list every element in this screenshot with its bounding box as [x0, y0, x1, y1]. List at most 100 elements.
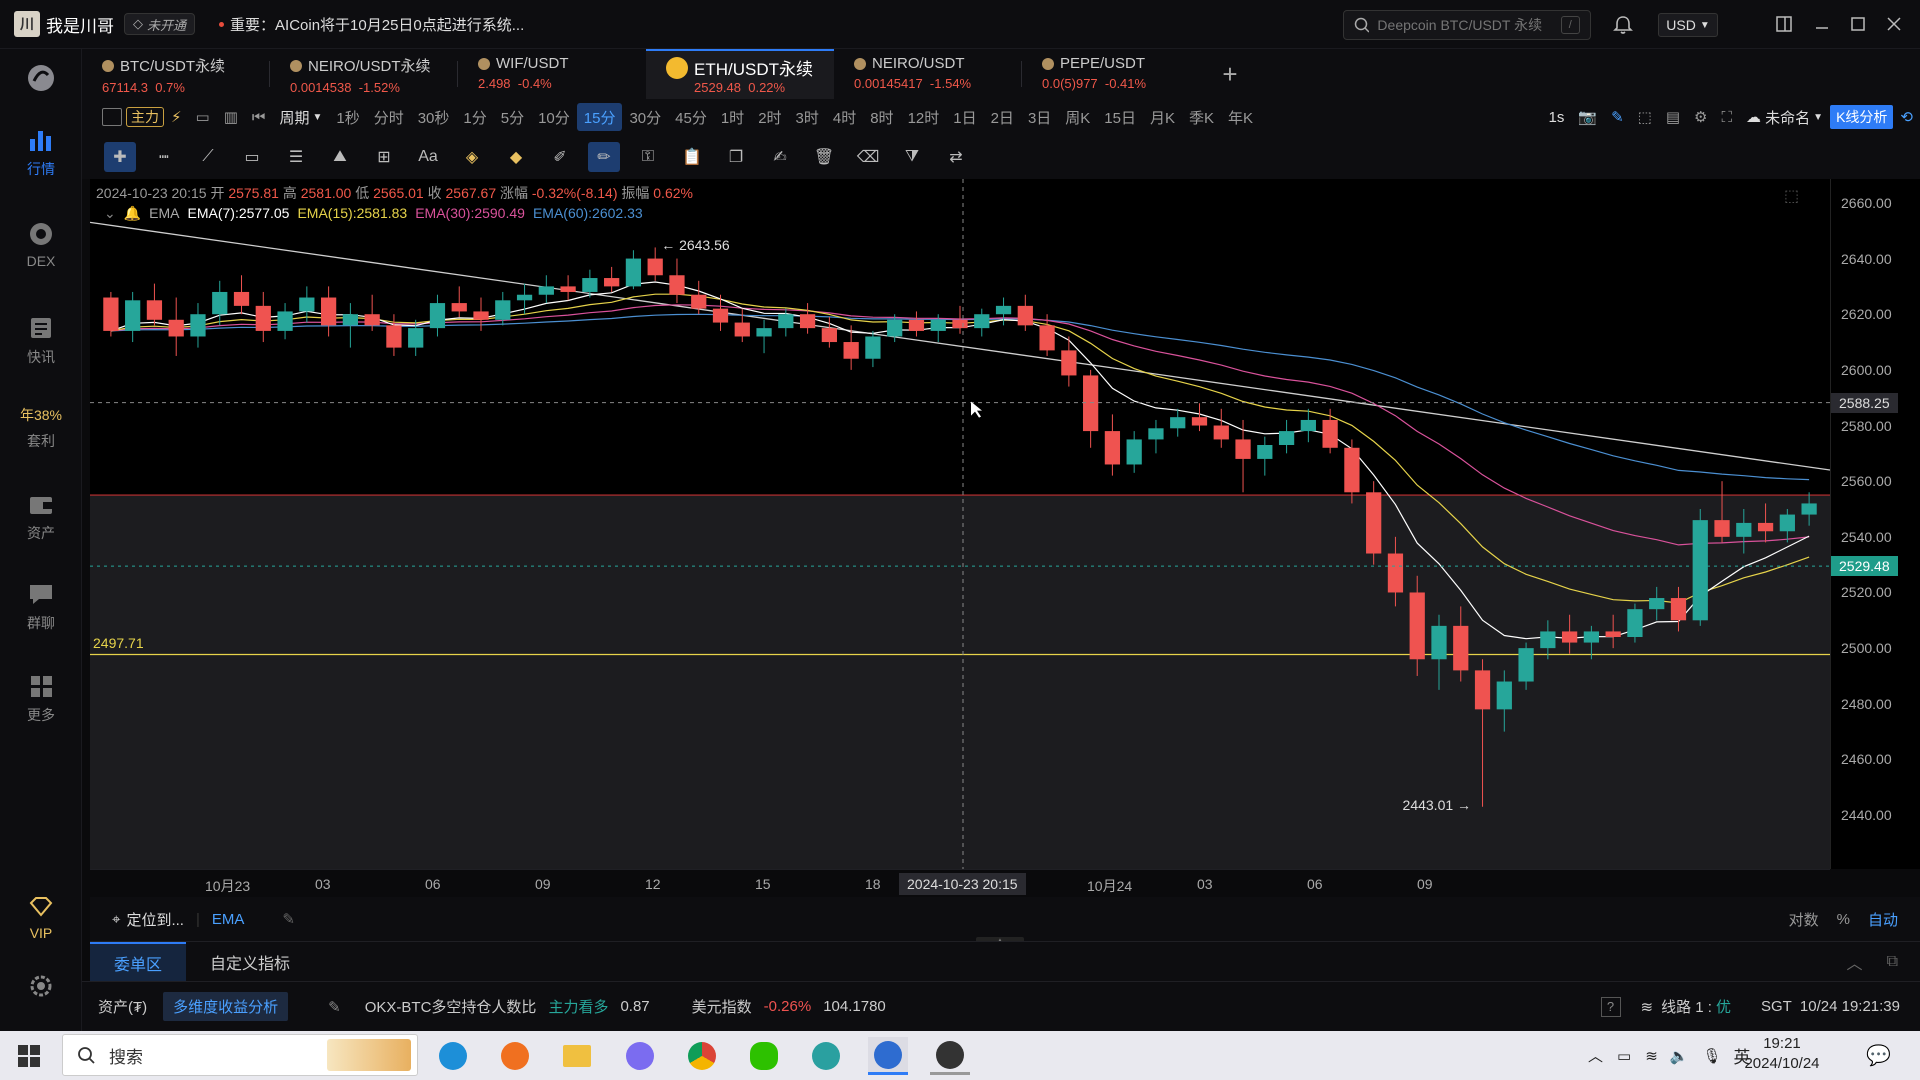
share-icon[interactable]: ⟲	[1893, 103, 1920, 131]
tab-eth-usdt-perp[interactable]: ETH/USDT永续 2529.48 0.22%	[646, 49, 834, 99]
vip-status-badge[interactable]: ◇ 未开通	[124, 13, 196, 35]
record-app-icon[interactable]	[930, 1037, 970, 1075]
indicator-ema-tag[interactable]: EMA	[212, 911, 245, 928]
period-8[interactable]: 45分	[668, 103, 714, 131]
period-17[interactable]: 3日	[1021, 103, 1058, 131]
tab-pepe-usdt[interactable]: PEPE/USDT 0.0(5)977 -0.41%	[1022, 49, 1210, 99]
trendline-tool-icon[interactable]: ⟋	[192, 142, 224, 172]
aicoin-app-icon[interactable]	[868, 1037, 908, 1075]
crosshair-tool-icon[interactable]: ✚	[104, 142, 136, 172]
network-icon[interactable]: ≋	[1645, 1047, 1658, 1065]
username[interactable]: 我是川哥	[46, 12, 114, 37]
parallel-lines-icon[interactable]: ☰	[280, 142, 312, 172]
sidebar-item-more[interactable]: 更多	[0, 671, 82, 725]
log-scale-toggle[interactable]: 对数	[1789, 909, 1819, 930]
system-notice[interactable]: 重要：AICoin将于10月25日0点起进行系统...	[219, 14, 524, 35]
assets-label[interactable]: 资产(₮)	[98, 996, 147, 1017]
copy-icon[interactable]: ❐	[720, 142, 752, 172]
percent-scale-toggle[interactable]: %	[1837, 911, 1850, 928]
locate-button[interactable]: ⌖ 定位到...	[112, 909, 184, 930]
search-input[interactable]	[1377, 17, 1561, 33]
zoom-box-icon[interactable]: ⊞	[368, 142, 400, 172]
magnet-icon[interactable]: ◈	[456, 142, 488, 172]
filter-icon[interactable]: ⧩	[896, 142, 928, 172]
measure-tool-icon[interactable]: ┉	[148, 142, 180, 172]
fullscreen-icon[interactable]: ⛶	[1714, 103, 1739, 131]
add-tab-button[interactable]: +	[1210, 49, 1250, 99]
microphone-icon[interactable]: 🎙	[1702, 1047, 1721, 1065]
minimize-icon[interactable]	[1810, 12, 1834, 36]
chevron-up-icon[interactable]: ︿	[1588, 1045, 1603, 1066]
expand-icon[interactable]: ⬚	[1631, 103, 1659, 131]
alert-bell-icon[interactable]: 🔔	[124, 205, 141, 222]
period-4[interactable]: 5分	[494, 103, 531, 131]
edit-icon[interactable]: ✎	[328, 998, 341, 1016]
clipboard-icon[interactable]: 📋	[676, 142, 708, 172]
period-11[interactable]: 3时	[789, 103, 826, 131]
period-22[interactable]: 年K	[1221, 103, 1260, 131]
period-13[interactable]: 8时	[863, 103, 900, 131]
period-21[interactable]: 季K	[1182, 103, 1221, 131]
sidebar-item-vip[interactable]: VIP	[0, 891, 82, 941]
sidebar-item-chat[interactable]: 群聊	[0, 579, 82, 633]
lightning-icon[interactable]: ⚡	[164, 103, 189, 131]
kline-analysis-button[interactable]: K线分析	[1830, 105, 1894, 129]
period-10[interactable]: 2时	[751, 103, 788, 131]
keep-drawing-icon[interactable]: ✏	[588, 142, 620, 172]
strong-magnet-icon[interactable]: ◆	[500, 142, 532, 172]
tab-order-area[interactable]: 委单区	[90, 941, 187, 982]
period-1[interactable]: 分时	[367, 103, 411, 131]
settings-icon[interactable]: ⚙	[1687, 103, 1714, 131]
file-explorer-icon[interactable]	[557, 1037, 597, 1075]
chart-corner-icon[interactable]: ⬚	[1784, 186, 1799, 206]
sidebar-item-home[interactable]	[0, 63, 82, 97]
edit-icon[interactable]: ✍	[764, 142, 796, 172]
taskbar-search[interactable]: 搜索	[62, 1034, 418, 1076]
period-7[interactable]: 30分	[622, 103, 668, 131]
connection-line-label[interactable]: 线路 1 :	[1661, 996, 1712, 1017]
currency-select[interactable]: USD ▼	[1658, 13, 1718, 37]
period-3[interactable]: 1分	[456, 103, 493, 131]
period-9[interactable]: 1时	[714, 103, 751, 131]
tab-custom-indicator[interactable]: 自定义指标	[186, 942, 314, 982]
collapse-panel-icon[interactable]: ︿	[1847, 950, 1863, 974]
period-2[interactable]: 30秒	[411, 103, 457, 131]
period-6[interactable]: 15分	[576, 103, 623, 131]
help-icon[interactable]: ?	[1600, 996, 1621, 1017]
popout-icon[interactable]: ⧉	[1887, 953, 1898, 971]
multi-analysis-button[interactable]: 多维度收益分析	[163, 992, 289, 1021]
template-icon[interactable]: ▤	[1659, 103, 1687, 131]
period-0[interactable]: 1秒	[329, 103, 366, 131]
windows-start-icon[interactable]	[18, 1045, 40, 1067]
interval-label[interactable]: 1s	[1542, 103, 1572, 131]
chrome-app-icon[interactable]	[682, 1037, 722, 1075]
pencil-icon[interactable]: ✎	[1604, 103, 1631, 131]
tab-wif-usdt[interactable]: WIF/USDT 2.498 -0.4%	[458, 49, 646, 99]
bell-icon[interactable]	[1612, 14, 1634, 36]
period-16[interactable]: 2日	[984, 103, 1021, 131]
volume-icon[interactable]: 🔈	[1670, 1047, 1689, 1065]
wechat-app-icon[interactable]	[744, 1037, 784, 1075]
calendar-icon[interactable]: ▭	[189, 103, 217, 131]
firefox-app-icon[interactable]	[495, 1037, 535, 1075]
sidebar-item-settings[interactable]	[0, 971, 82, 1005]
eraser-icon[interactable]: ⌫	[852, 142, 884, 172]
ema-label[interactable]: EMA	[149, 205, 179, 222]
tab-neiro-usdt-perp[interactable]: NEIRO/USDT永续 0.0014538 -1.52%	[270, 49, 458, 99]
taskbar-clock[interactable]: 19:21 2024/10/24	[1734, 1034, 1830, 1074]
columns-icon[interactable]: ▥	[217, 103, 245, 131]
search-box[interactable]: /	[1343, 10, 1591, 40]
image-tool-icon[interactable]: ⛰	[324, 142, 356, 172]
copilot-app-icon[interactable]	[620, 1037, 660, 1075]
layout-icon[interactable]	[1772, 12, 1796, 36]
close-icon[interactable]	[1882, 12, 1906, 36]
period-15[interactable]: 1日	[946, 103, 983, 131]
sidebar-item-arbitrage[interactable]: 年38% 套利	[0, 405, 82, 451]
sidebar-item-assets[interactable]: 资产	[0, 489, 82, 543]
auto-scale-toggle[interactable]: 自动	[1868, 909, 1898, 930]
rectangle-tool-icon[interactable]: ▭	[236, 142, 268, 172]
edit-indicator-icon[interactable]: ✎	[282, 910, 295, 928]
candlestick-chart[interactable]	[90, 179, 1830, 869]
delete-icon[interactable]: 🗑	[808, 142, 840, 172]
rewind-icon[interactable]: ⏮	[245, 103, 273, 131]
